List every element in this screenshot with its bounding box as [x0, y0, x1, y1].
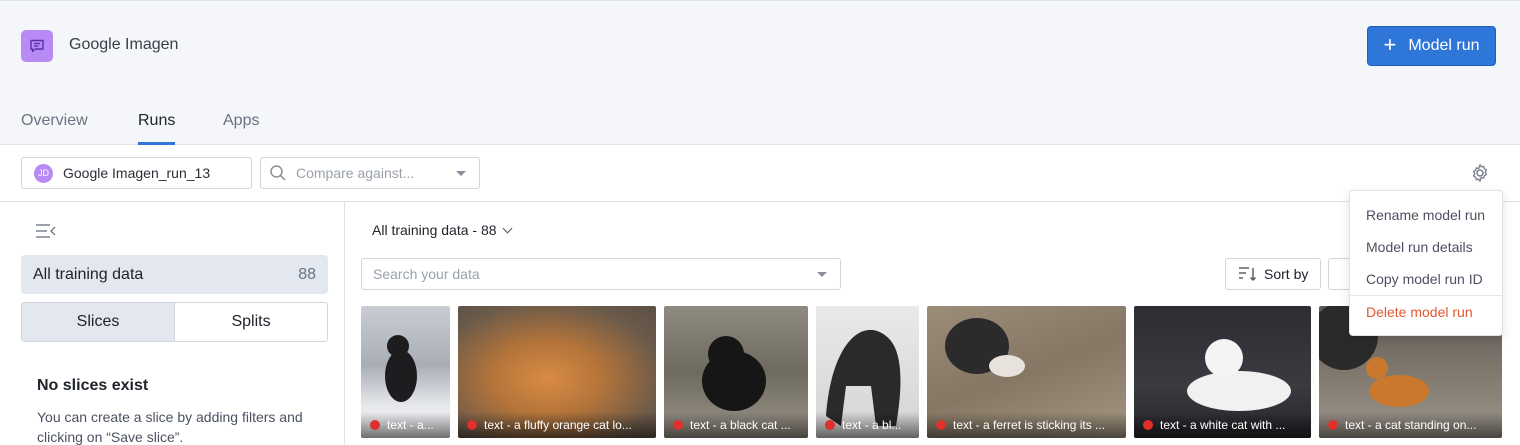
- data-thumbnail[interactable]: text - a ferret is sticking its ...: [927, 306, 1126, 438]
- status-dot-icon: [467, 420, 477, 430]
- data-thumbnail[interactable]: text - a black cat ...: [664, 306, 808, 438]
- sort-by-label: Sort by: [1264, 266, 1309, 282]
- status-dot-icon: [673, 420, 683, 430]
- status-dot-icon: [1328, 420, 1338, 430]
- data-thumbnail[interactable]: text - a...: [361, 306, 450, 438]
- status-dot-icon: [936, 420, 946, 430]
- thumbnail-caption: text - a...: [361, 412, 450, 438]
- empty-state-description: You can create a slice by adding filters…: [37, 409, 303, 445]
- page-header: Google Imagen + Model run Overview Runs …: [0, 0, 1520, 145]
- thumbnail-caption: text - a white cat with ...: [1134, 412, 1311, 438]
- data-thumbnail[interactable]: text - a bl...: [816, 306, 919, 438]
- search-icon: [270, 165, 286, 181]
- slices-sidebar: All training data 88 Slices Splits No sl…: [0, 202, 345, 445]
- dataset-dropdown[interactable]: All training data - 88: [372, 222, 512, 238]
- sort-icon: [1239, 267, 1256, 281]
- app-title: Google Imagen: [69, 36, 179, 53]
- tab-overview[interactable]: Overview: [21, 112, 88, 130]
- thumbnail-caption: text - a black cat ...: [664, 412, 808, 438]
- slices-splits-toggle: Slices Splits: [21, 302, 328, 342]
- delete-model-run-item[interactable]: Delete model run: [1366, 304, 1473, 320]
- status-dot-icon: [370, 420, 380, 430]
- copy-model-run-id-item[interactable]: Copy model run ID: [1366, 271, 1483, 287]
- collapse-sidebar-icon[interactable]: [35, 223, 57, 239]
- thumbnail-caption: text - a bl...: [816, 412, 919, 438]
- search-data-input[interactable]: Search your data: [361, 258, 841, 290]
- plus-icon: +: [1383, 32, 1397, 57]
- all-training-data-count: 88: [298, 265, 316, 283]
- model-run-details-item[interactable]: Model run details: [1366, 239, 1473, 255]
- new-model-run-button[interactable]: + Model run: [1367, 26, 1496, 66]
- thumbnail-caption: text - a cat standing on...: [1319, 412, 1502, 438]
- all-training-data-item[interactable]: All training data 88: [21, 255, 328, 294]
- all-training-data-label: All training data: [33, 265, 144, 283]
- data-thumbnail[interactable]: text - a white cat with ...: [1134, 306, 1311, 438]
- model-run-selector[interactable]: JD Google Imagen_run_13: [21, 157, 252, 189]
- menu-divider: [1350, 295, 1502, 296]
- status-dot-icon: [1143, 420, 1153, 430]
- data-thumbnail[interactable]: text - a fluffy orange cat lo...: [458, 306, 656, 438]
- sort-by-button[interactable]: Sort by: [1225, 258, 1321, 290]
- model-run-settings-menu: Rename model run Model run details Copy …: [1349, 190, 1503, 336]
- model-run-name: Google Imagen_run_13: [63, 165, 211, 181]
- data-gallery: All training data - 88 Search your data …: [346, 202, 1520, 445]
- thumbnail-caption: text - a fluffy orange cat lo...: [458, 412, 656, 438]
- tab-apps[interactable]: Apps: [223, 112, 259, 130]
- chevron-down-icon: [502, 223, 512, 233]
- thumbnail-caption: text - a ferret is sticking its ...: [927, 412, 1126, 438]
- avatar: JD: [34, 163, 53, 183]
- status-dot-icon: [825, 420, 835, 430]
- search-data-placeholder: Search your data: [373, 266, 480, 282]
- caret-down-icon: [817, 271, 827, 277]
- empty-state-title: No slices exist: [37, 377, 149, 394]
- gear-icon[interactable]: [1470, 163, 1490, 183]
- new-model-run-label: Model run: [1408, 37, 1480, 54]
- dataset-label: All training data - 88: [372, 222, 497, 238]
- compare-placeholder: Compare against...: [296, 165, 415, 181]
- chat-bubble-icon: [21, 30, 53, 62]
- rename-model-run-item[interactable]: Rename model run: [1366, 207, 1485, 223]
- compare-against-select[interactable]: Compare against...: [260, 157, 480, 189]
- splits-tab[interactable]: Splits: [175, 303, 327, 341]
- tab-runs[interactable]: Runs: [138, 112, 175, 130]
- slices-tab[interactable]: Slices: [22, 303, 175, 341]
- caret-down-icon: [456, 170, 466, 176]
- run-toolbar: JD Google Imagen_run_13 Compare against.…: [0, 145, 1520, 202]
